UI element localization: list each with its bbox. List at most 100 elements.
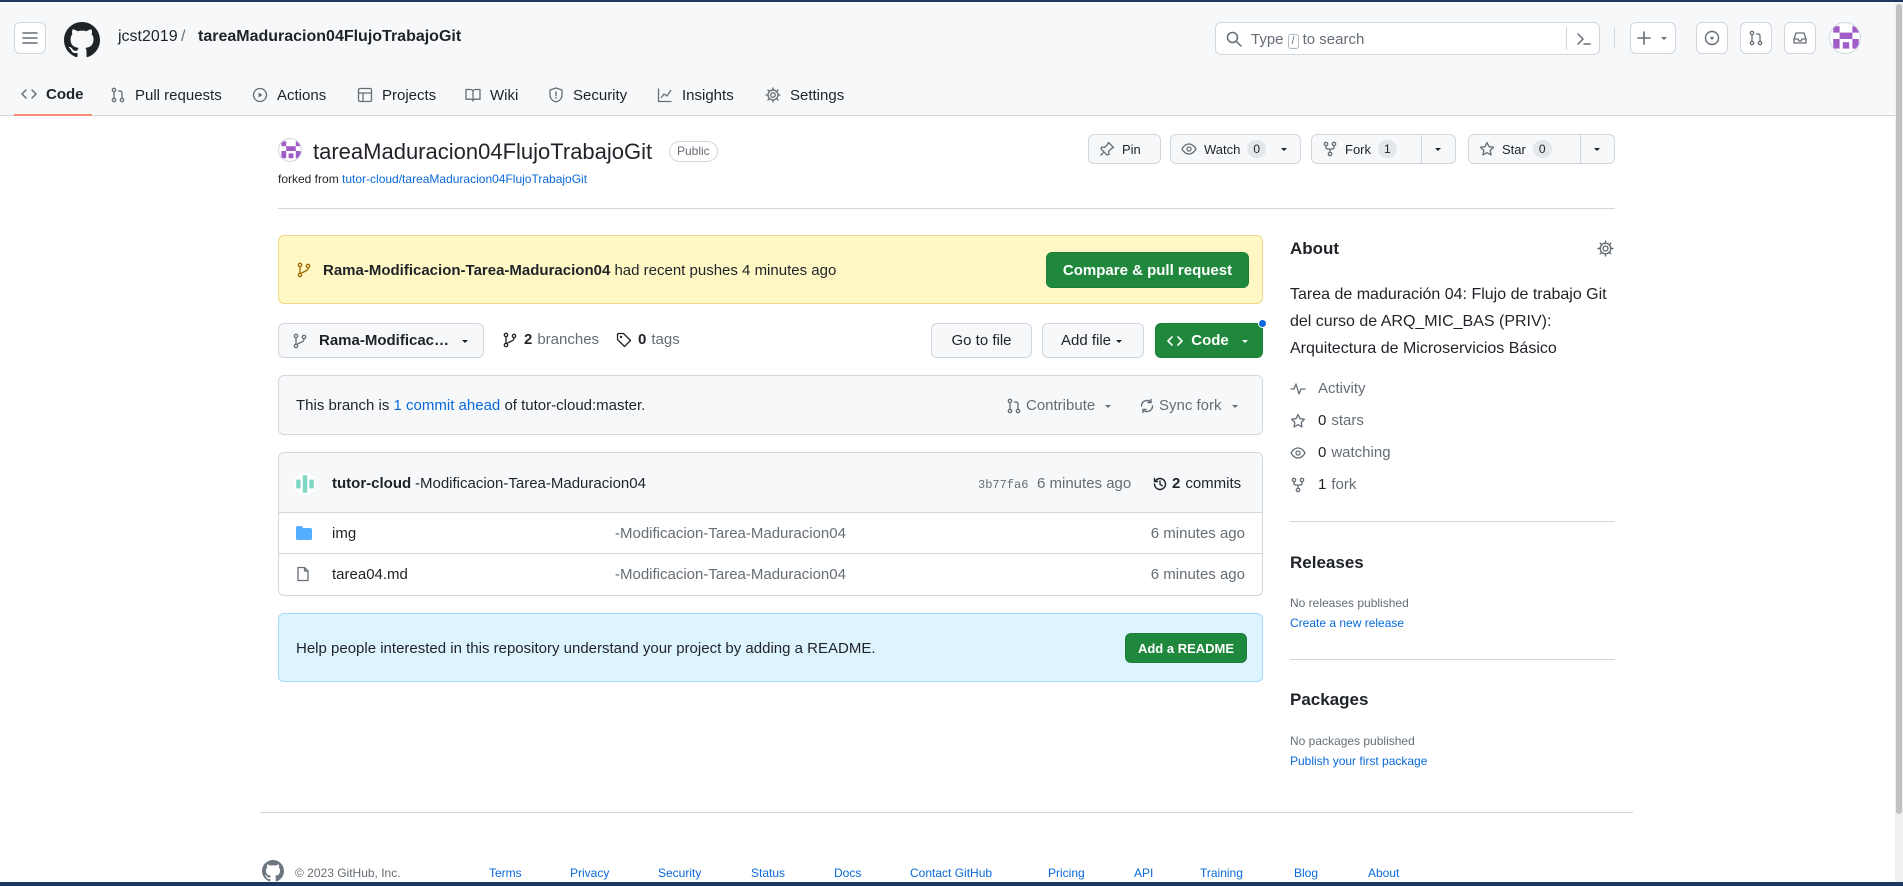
tab-pull-requests[interactable]: Pull requests bbox=[110, 74, 222, 116]
releases-heading[interactable]: Releases bbox=[1290, 553, 1364, 573]
stars-link[interactable]: 0 stars bbox=[1290, 412, 1364, 429]
footer-link-api[interactable]: API bbox=[1134, 866, 1153, 880]
file-commit-message[interactable]: -Modificacion-Tarea-Maduracion04 bbox=[615, 525, 846, 542]
search-input[interactable]: Type / to search bbox=[1215, 22, 1600, 55]
add-file-button[interactable]: Add file bbox=[1042, 323, 1144, 358]
scrollbar-thumb[interactable] bbox=[1896, 4, 1902, 814]
page-scrollbar[interactable] bbox=[1895, 2, 1903, 882]
file-commit-message[interactable]: -Modificacion-Tarea-Maduracion04 bbox=[615, 566, 846, 583]
search-placeholder: Type / to search bbox=[1251, 31, 1364, 49]
hamburger-icon bbox=[22, 32, 38, 44]
play-icon bbox=[252, 87, 268, 103]
go-to-file-button[interactable]: Go to file bbox=[931, 323, 1032, 358]
create-new-button[interactable] bbox=[1630, 22, 1676, 54]
add-readme-button[interactable]: Add a README bbox=[1125, 633, 1247, 663]
menu-button[interactable] bbox=[14, 22, 46, 54]
footer-link-terms[interactable]: Terms bbox=[489, 866, 522, 880]
search-placeholder-suffix: to search bbox=[1302, 31, 1365, 48]
branch-selector[interactable]: Rama-Modificac… bbox=[278, 323, 484, 358]
github-logo-icon[interactable] bbox=[64, 22, 100, 58]
tab-actions[interactable]: Actions bbox=[252, 74, 326, 116]
repo-owner-avatar[interactable] bbox=[278, 138, 302, 162]
pin-icon bbox=[1100, 141, 1115, 156]
footer-link-pricing[interactable]: Pricing bbox=[1048, 866, 1085, 880]
pull-requests-button[interactable] bbox=[1740, 22, 1772, 54]
commit-message[interactable]: -Modificacion-Tarea-Maduracion04 bbox=[415, 475, 646, 492]
watch-button[interactable]: Watch 0 bbox=[1170, 134, 1301, 164]
file-row[interactable]: tarea04.md -Modificacion-Tarea-Maduracio… bbox=[279, 554, 1262, 595]
tags-label: tags bbox=[651, 331, 680, 348]
branches-link[interactable]: 2 branches bbox=[502, 331, 599, 348]
tab-projects[interactable]: Projects bbox=[357, 74, 436, 116]
contribute-button[interactable]: Contribute bbox=[1006, 397, 1118, 414]
footer-link-blog[interactable]: Blog bbox=[1294, 866, 1318, 880]
repo-title[interactable]: tareaMaduracion04FlujoTrabajoGit bbox=[313, 139, 652, 165]
footer-link-privacy[interactable]: Privacy bbox=[570, 866, 609, 880]
git-branch-icon bbox=[297, 262, 311, 278]
forked-from-link[interactable]: tutor-cloud/tareaMaduracion04FlujoTrabaj… bbox=[342, 172, 587, 186]
sidebar-divider bbox=[1290, 521, 1615, 522]
github-logo-icon[interactable] bbox=[260, 860, 286, 882]
commit-author[interactable]: tutor-cloud bbox=[332, 475, 411, 492]
about-heading: About bbox=[1290, 239, 1340, 258]
forked-from-prefix: forked from bbox=[278, 172, 339, 186]
create-release-link[interactable]: Create a new release bbox=[1290, 616, 1404, 630]
user-avatar[interactable] bbox=[1829, 22, 1861, 54]
publish-package-link[interactable]: Publish your first package bbox=[1290, 754, 1427, 768]
tags-link[interactable]: 0 tags bbox=[616, 331, 680, 348]
command-palette-icon[interactable] bbox=[1576, 31, 1592, 47]
inbox-button[interactable] bbox=[1784, 22, 1816, 54]
commit-author-avatar[interactable] bbox=[294, 473, 316, 495]
pin-button[interactable]: Pin bbox=[1088, 134, 1161, 164]
fork-button[interactable]: Fork 1 bbox=[1311, 134, 1456, 164]
code-button[interactable]: Code bbox=[1155, 323, 1263, 358]
branches-label: branches bbox=[537, 331, 600, 348]
eye-icon bbox=[1181, 143, 1197, 155]
tab-settings[interactable]: Settings bbox=[765, 74, 844, 116]
title-divider bbox=[278, 208, 1615, 209]
compare-pull-request-button[interactable]: Compare & pull request bbox=[1046, 252, 1249, 288]
issues-button[interactable] bbox=[1696, 22, 1728, 54]
footer-link-status[interactable]: Status bbox=[751, 866, 785, 880]
caret-down-icon bbox=[1661, 37, 1667, 40]
breadcrumb-repo[interactable]: tareaMaduracion04FlujoTrabajoGit bbox=[198, 28, 461, 46]
tab-security[interactable]: Security bbox=[548, 74, 627, 116]
footer-link-training[interactable]: Training bbox=[1200, 866, 1243, 880]
commits-history-link[interactable]: 2 commits bbox=[1152, 475, 1241, 492]
footer-link-docs[interactable]: Docs bbox=[834, 866, 861, 880]
footer-link-about[interactable]: About bbox=[1368, 866, 1399, 880]
footer-divider bbox=[260, 812, 1633, 813]
star-dropdown[interactable] bbox=[1579, 135, 1614, 163]
tab-insights[interactable]: Insights bbox=[657, 74, 734, 116]
fork-dropdown[interactable] bbox=[1420, 135, 1455, 163]
table-icon bbox=[357, 87, 373, 103]
breadcrumb-owner[interactable]: jcst2019 bbox=[118, 28, 178, 46]
sidebar-divider bbox=[1290, 659, 1615, 660]
contribute-label: Contribute bbox=[1026, 397, 1096, 414]
file-row[interactable]: img -Modificacion-Tarea-Maduracion04 6 m… bbox=[279, 513, 1262, 554]
commits-ahead-link[interactable]: 1 commit ahead bbox=[394, 397, 501, 414]
commit-sha[interactable]: 3b77fa6 bbox=[978, 478, 1028, 492]
file-name[interactable]: img bbox=[332, 525, 356, 542]
recent-push-branch: Rama-Modificacion-Tarea-Maduracion04 bbox=[323, 262, 611, 279]
search-shortcut-key: / bbox=[1287, 34, 1299, 49]
tab-code[interactable]: Code bbox=[14, 74, 92, 116]
tab-settings-label: Settings bbox=[790, 86, 845, 104]
file-age: 6 minutes ago bbox=[1150, 566, 1245, 583]
gear-icon[interactable] bbox=[1597, 240, 1614, 257]
watching-count: 0 bbox=[1318, 444, 1327, 461]
tab-wiki[interactable]: Wiki bbox=[465, 74, 518, 116]
packages-heading[interactable]: Packages bbox=[1290, 690, 1368, 710]
star-button[interactable]: Star 0 bbox=[1468, 134, 1615, 164]
sync-fork-button[interactable]: Sync fork bbox=[1139, 397, 1245, 414]
file-name[interactable]: tarea04.md bbox=[332, 566, 408, 583]
header-divider bbox=[1614, 28, 1615, 48]
footer-link-security[interactable]: Security bbox=[658, 866, 701, 880]
forks-link[interactable]: 1 fork bbox=[1290, 476, 1356, 493]
activity-link[interactable]: Activity bbox=[1290, 380, 1366, 397]
eye-icon bbox=[1290, 446, 1306, 459]
git-branch-icon bbox=[293, 333, 307, 348]
watching-link[interactable]: 0 watching bbox=[1290, 444, 1391, 461]
footer-link-contact[interactable]: Contact GitHub bbox=[910, 866, 992, 880]
tab-security-label: Security bbox=[573, 86, 628, 104]
